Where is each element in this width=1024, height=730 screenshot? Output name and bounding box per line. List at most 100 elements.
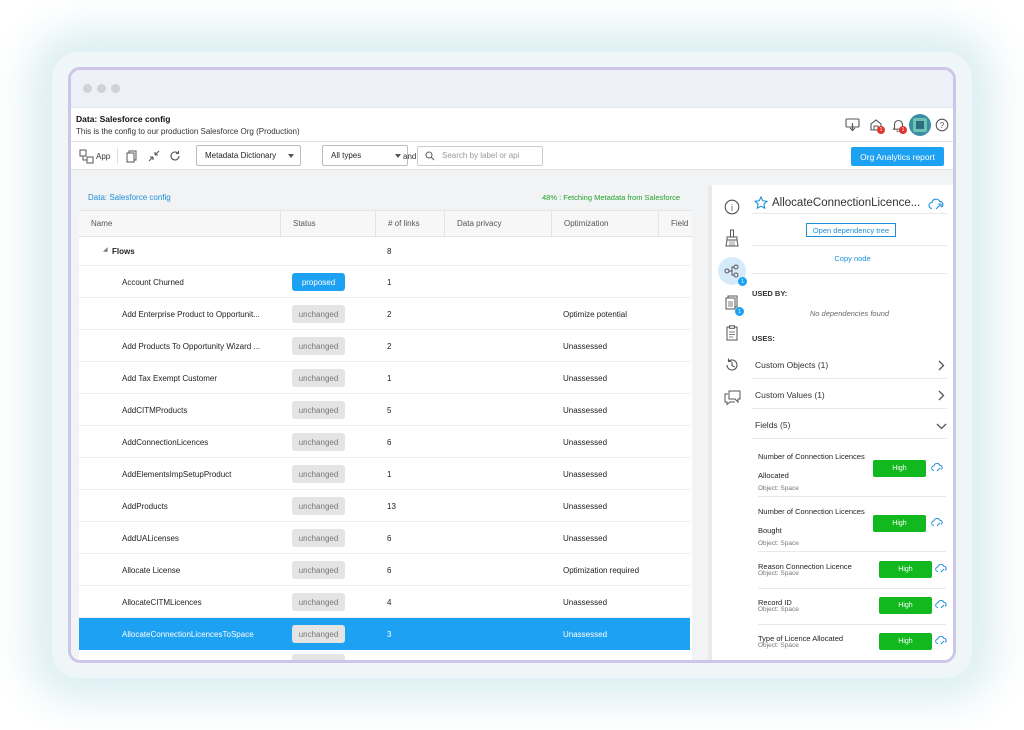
table-row[interactable]: AddUALicenses unchanged 6 Unassessed xyxy=(79,522,690,554)
org-analytics-report-button[interactable]: Org Analytics report xyxy=(851,147,944,166)
table-row[interactable]: AddProducts unchanged 13 Unassessed xyxy=(79,490,690,522)
row-links: 2 xyxy=(387,342,392,351)
privacy-rating-badge[interactable]: High xyxy=(873,515,926,532)
documents-icon[interactable]: 1 xyxy=(718,289,746,317)
app-switch-button[interactable]: App xyxy=(79,147,110,165)
fields-section[interactable]: Fields (5) xyxy=(755,420,790,430)
cloud-link-icon[interactable] xyxy=(931,462,943,472)
chevron-right-icon[interactable] xyxy=(938,360,945,371)
bell-icon[interactable]: 1 xyxy=(889,116,907,134)
svg-text:i: i xyxy=(731,203,734,213)
column-header-status[interactable]: Status xyxy=(281,211,376,237)
status-badge[interactable]: unchanged xyxy=(292,401,345,419)
table-row[interactable]: AddConnectionLicences unchanged 6 Unasse… xyxy=(79,426,690,458)
table-row[interactable]: Account Churned proposed 1 xyxy=(79,266,690,298)
status-badge[interactable]: unchanged xyxy=(292,497,345,515)
download-icon[interactable] xyxy=(843,116,861,134)
dependencies-icon[interactable]: 1 xyxy=(718,257,747,286)
status-badge[interactable]: unchanged xyxy=(292,561,345,579)
table-row-selected[interactable]: AllocateConnectionLicencesToSpace unchan… xyxy=(79,618,690,650)
status-badge[interactable]: unchanged xyxy=(292,529,345,547)
cloud-link-icon[interactable] xyxy=(931,517,943,527)
status-badge[interactable]: unchanged xyxy=(292,305,345,323)
type-filter-select[interactable]: All types xyxy=(322,145,408,166)
table-row[interactable]: Add Enterprise Product to Opportunit... … xyxy=(79,298,690,330)
custom-objects-section[interactable]: Custom Objects (1) xyxy=(755,360,828,370)
column-header-data-privacy[interactable]: Data privacy xyxy=(445,211,552,237)
avatar[interactable] xyxy=(909,114,931,136)
column-header-name[interactable]: Name xyxy=(79,211,281,237)
breadcrumb[interactable]: Data: Salesforce config xyxy=(88,193,171,202)
help-icon[interactable]: ? xyxy=(933,116,951,134)
status-badge[interactable]: unchanged xyxy=(292,465,345,483)
table-row[interactable]: Allocate License unchanged 6 Optimizatio… xyxy=(79,554,690,586)
field-item[interactable]: Type of Licence Allocated Object: Space … xyxy=(758,629,947,650)
table-row[interactable]: AddElementsImpSetupProduct unchanged 1 U… xyxy=(79,458,690,490)
org-notification-icon[interactable]: 1 xyxy=(867,116,885,134)
collapse-triangle-icon[interactable]: ◢ xyxy=(103,246,108,253)
field-item[interactable]: Number of Connection Licences Bought Obj… xyxy=(758,502,946,547)
window-close-dot[interactable] xyxy=(83,84,92,93)
row-links: 1 xyxy=(387,374,392,383)
favorite-star-icon[interactable] xyxy=(754,196,768,210)
section-divider xyxy=(752,273,947,274)
fetch-status: 48% : Fetching Metadata from Salesforce xyxy=(542,193,680,202)
status-badge[interactable]: unchanged xyxy=(292,337,345,355)
notes-icon[interactable] xyxy=(718,319,746,347)
column-header-optimization[interactable]: Optimization xyxy=(552,211,659,237)
table-row[interactable]: AllocateCITMLicences unchanged 4 Unasses… xyxy=(79,586,690,618)
copy-icon[interactable] xyxy=(124,148,140,164)
cloud-link-icon[interactable] xyxy=(928,198,944,210)
history-icon[interactable] xyxy=(718,351,746,379)
custom-values-section[interactable]: Custom Values (1) xyxy=(755,390,825,400)
row-links: 13 xyxy=(387,502,396,511)
copy-node-link[interactable]: Copy node xyxy=(752,254,953,263)
chevron-down-icon[interactable] xyxy=(936,423,947,430)
cleanup-brush-icon[interactable] xyxy=(718,224,746,252)
search-input[interactable]: Search by label or api xyxy=(417,146,543,166)
info-icon[interactable]: i xyxy=(718,193,746,221)
group-row-flows[interactable]: ◢ Flows 8 xyxy=(79,237,690,266)
content-area: Data: Salesforce config 48% : Fetching M… xyxy=(71,170,953,660)
refresh-icon[interactable] xyxy=(167,148,183,164)
status-badge[interactable]: unchanged xyxy=(292,593,345,611)
row-links: 2 xyxy=(387,310,392,319)
column-header-field[interactable]: Field xyxy=(659,211,692,237)
row-optimization: Optimize potential xyxy=(563,310,628,319)
privacy-rating-badge[interactable]: High xyxy=(879,597,932,614)
cloud-link-icon[interactable] xyxy=(935,635,947,645)
metadata-dictionary-select[interactable]: Metadata Dictionary xyxy=(196,145,301,166)
comments-icon[interactable] xyxy=(718,383,746,411)
status-badge[interactable]: unchanged xyxy=(292,625,345,643)
status-badge[interactable]: unchanged xyxy=(292,369,345,387)
privacy-rating-badge[interactable]: High xyxy=(873,460,926,477)
metadata-table-panel: Data: Salesforce config 48% : Fetching M… xyxy=(79,185,692,660)
row-links: 1 xyxy=(387,278,392,287)
no-dependencies-text: No dependencies found xyxy=(809,309,890,318)
status-badge[interactable]: proposed xyxy=(292,273,345,291)
title-divider xyxy=(752,213,947,214)
window-zoom-dot[interactable] xyxy=(111,84,120,93)
field-item[interactable]: Record ID Object: Space High xyxy=(758,593,947,614)
privacy-rating-badge[interactable]: High xyxy=(879,633,932,650)
row-optimization: Unassessed xyxy=(563,438,608,447)
detail-title: AllocateConnectionLicence... xyxy=(772,197,921,209)
table-row[interactable]: Add Tax Exempt Customer unchanged 1 Unas… xyxy=(79,362,690,394)
collapse-icon[interactable] xyxy=(146,148,162,164)
cloud-link-icon[interactable] xyxy=(935,563,947,573)
chevron-right-icon[interactable] xyxy=(938,390,945,401)
used-by-label: USED BY: xyxy=(752,289,788,298)
privacy-rating-badge[interactable]: High xyxy=(879,561,932,578)
window-minimize-dot[interactable] xyxy=(97,84,106,93)
field-item[interactable]: Reason Connection Licence Object: Space … xyxy=(758,557,947,578)
field-item[interactable]: Number of Connection Licences Allocated … xyxy=(758,447,946,492)
column-header-links[interactable]: # of links xyxy=(376,211,445,237)
table-row[interactable]: Add Products To Opportunity Wizard ... u… xyxy=(79,330,690,362)
row-optimization: Unassessed xyxy=(563,534,608,543)
row-optimization: Unassessed xyxy=(563,374,608,383)
table-row[interactable] xyxy=(79,650,690,660)
status-badge[interactable]: unchanged xyxy=(292,433,345,451)
cloud-link-icon[interactable] xyxy=(935,599,947,609)
table-row[interactable]: AddCITMProducts unchanged 5 Unassessed xyxy=(79,394,690,426)
open-dependency-tree-button[interactable]: Open dependency tree xyxy=(806,223,896,237)
